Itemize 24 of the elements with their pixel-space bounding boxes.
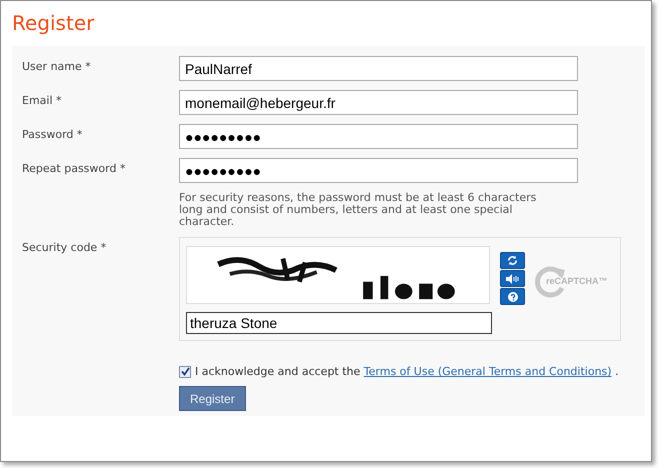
register-button[interactable]: Register	[179, 386, 246, 411]
captcha-logo-text: reCAPTCHA™	[546, 276, 608, 286]
field-label: Repeat password *	[22, 161, 126, 175]
terms-text: I acknowledge and accept the Terms of Use (General Terms and Conditions) .	[195, 365, 619, 378]
field-label: Email *	[22, 93, 63, 107]
help-icon	[508, 292, 518, 302]
input-field[interactable]: PaulNarref	[179, 56, 578, 81]
field-label: Password *	[22, 127, 84, 141]
terms-link[interactable]: Terms of Use (General Terms and Conditions)	[364, 365, 612, 378]
speaker-icon	[506, 274, 519, 284]
reload-button[interactable]	[500, 252, 525, 269]
help-button[interactable]	[500, 288, 525, 305]
captcha-answer-field[interactable]: theruza Stone	[186, 312, 492, 334]
field-label: Security code *	[22, 240, 108, 254]
password-hint: For security reasons, the password must be at least 6 characters long and consist of numbers, letters and at least one special character.	[179, 192, 538, 228]
page-title: Register	[12, 11, 96, 37]
checkmark-icon	[180, 367, 190, 376]
audio-button[interactable]	[500, 270, 525, 287]
field-label: User name *	[22, 59, 92, 73]
input-field[interactable]: monemail@hebergeur.fr	[179, 90, 578, 115]
input-field[interactable]: ●●●●●●●●●	[179, 124, 578, 149]
input-field[interactable]: ●●●●●●●●●	[179, 158, 578, 183]
terms-checkbox[interactable]	[179, 366, 191, 378]
refresh-icon	[507, 255, 518, 266]
